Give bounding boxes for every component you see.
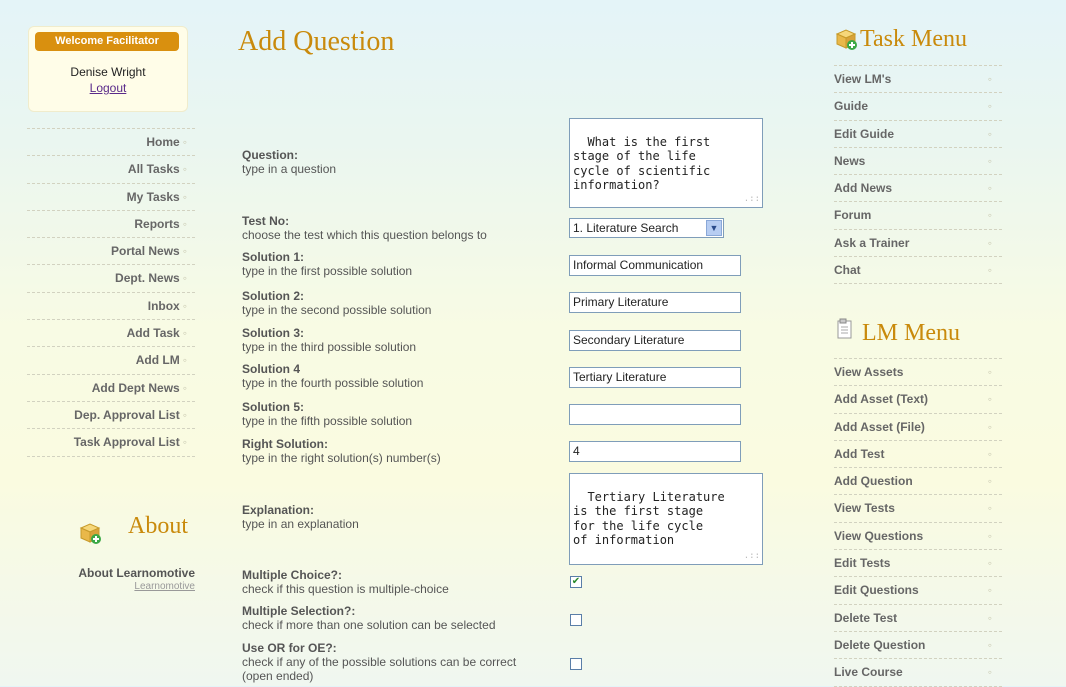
lm-menu-item[interactable]: Delete Test ◦ (834, 605, 1002, 632)
box-add-icon (835, 29, 857, 50)
explanation-label: Explanation: type in an explanation (242, 503, 359, 531)
task-menu-item[interactable]: News ◦ (834, 148, 1002, 176)
question-label: Question: type in a question (242, 148, 337, 176)
solution3-input[interactable]: Secondary Literature (569, 330, 741, 351)
welcome-badge: Welcome Facilitator (35, 32, 179, 51)
lm-menu-item[interactable]: View Questions ◦ (834, 523, 1002, 551)
lm-menu-item[interactable]: Add Question ◦ (834, 468, 1002, 496)
solution4-label: Solution 4 type in the fourth possible so… (242, 362, 424, 390)
lm-menu-title: LM Menu (862, 320, 960, 346)
resize-grip-icon[interactable]: .:: (744, 192, 760, 207)
multiple-choice-label: Multiple Choice?: check if this question … (242, 568, 449, 596)
lm-menu-item[interactable]: View Assets ◦ (834, 359, 1002, 387)
left-nav-item[interactable]: Reports ◦ (27, 211, 195, 239)
lm-menu-item[interactable]: Add Asset (Text) ◦ (834, 386, 1002, 414)
multiple-selection-label: Multiple Selection?: check if more than o… (242, 604, 496, 632)
task-menu-item[interactable]: Forum ◦ (834, 202, 1002, 230)
use-or-checkbox[interactable] (570, 658, 582, 670)
page-title: Add Question (238, 26, 395, 57)
logout-link[interactable]: Logout (29, 81, 187, 95)
lm-menu-item[interactable]: Add Asset (File) ◦ (834, 414, 1002, 441)
lm-menu: View Assets ◦ Add Asset (Text) ◦ Add Asset… (834, 358, 1002, 687)
left-nav-item[interactable]: My Tasks ◦ (27, 184, 195, 211)
user-name: Denise Wright (70, 65, 146, 79)
solution2-label: Solution 2: type in the second possible s… (242, 289, 432, 317)
left-nav-item[interactable]: Add Dept News ◦ (27, 375, 195, 402)
use-or-label: Use OR for OE?: check if any of the possi… (242, 641, 517, 683)
left-nav-item[interactable]: Inbox ◦ (27, 293, 195, 321)
task-menu-item[interactable]: Add News ◦ (834, 175, 1002, 203)
test-no-select[interactable]: 1. Literature Search ▼ (569, 218, 724, 238)
solution5-input[interactable] (569, 404, 741, 425)
task-menu-title: Task Menu (860, 26, 967, 52)
lm-menu-item[interactable]: Edit Questions ◦ (834, 577, 1002, 605)
solution4-input[interactable]: Tertiary Literature (569, 367, 741, 388)
chevron-down-icon[interactable]: ▼ (706, 220, 722, 236)
test-no-label: Test No: choose the test which this quest… (242, 214, 487, 242)
left-nav-item[interactable]: Portal News ◦ (27, 238, 195, 266)
left-nav-item[interactable]: Task Approval List ◦ (27, 429, 195, 457)
multiple-selection-checkbox[interactable] (570, 614, 582, 626)
left-nav-item[interactable]: All Tasks ◦ (27, 156, 195, 184)
left-nav-item[interactable]: Add LM ◦ (27, 347, 195, 375)
task-menu-item[interactable]: Guide ◦ (834, 93, 1002, 121)
lm-menu-item[interactable]: View Tests ◦ (834, 495, 1002, 523)
explanation-textarea[interactable]: Tertiary Literature is the first stage f… (569, 473, 763, 565)
left-nav-item[interactable]: Home ◦ (27, 129, 195, 157)
solution3-label: Solution 3: type in the third possible so… (242, 326, 417, 354)
lm-menu-item[interactable]: Add Test ◦ (834, 441, 1002, 469)
task-menu-item[interactable]: Ask a Trainer ◦ (834, 230, 1002, 258)
about-title: About (128, 513, 188, 539)
task-menu: View LM's ◦ Guide ◦ Edit Guide ◦ News ◦ Add … (834, 65, 1002, 285)
right-solution-input[interactable]: 4 (569, 441, 741, 462)
left-nav-item[interactable]: Dept. News ◦ (27, 265, 195, 293)
box-add-icon (79, 523, 101, 544)
resize-grip-icon[interactable]: .:: (744, 549, 760, 564)
solution1-input[interactable]: Informal Communication (569, 255, 741, 276)
solution1-label: Solution 1: type in the first possible so… (242, 250, 413, 278)
welcome-box: Welcome Facilitator Denise Wright Logout (28, 26, 188, 112)
about-link[interactable]: Learnomotive (60, 581, 195, 592)
about-heading: About Learnomotive (78, 566, 195, 580)
task-menu-item[interactable]: Edit Guide ◦ (834, 121, 1002, 148)
task-menu-item[interactable]: View LM's ◦ (834, 66, 1002, 94)
lm-menu-item[interactable]: Delete Question ◦ (834, 632, 1002, 660)
question-textarea[interactable]: What is the first stage of the life cycl… (569, 118, 763, 208)
multiple-choice-checkbox[interactable]: ✔ (570, 576, 582, 588)
left-nav-item[interactable]: Dep. Approval List ◦ (27, 402, 195, 430)
lm-menu-item[interactable]: Edit Tests ◦ (834, 550, 1002, 578)
solution2-input[interactable]: Primary Literature (569, 292, 741, 313)
lm-menu-item[interactable]: Live Course ◦ (834, 659, 1002, 687)
document-icon (837, 318, 852, 339)
solution5-label: Solution 5: type in the fifth possible so… (242, 400, 413, 428)
left-nav: Home ◦ All Tasks ◦ My Tasks ◦ Reports ◦ Port… (27, 128, 195, 457)
right-solution-label: Right Solution: type in the right solutio… (242, 437, 441, 465)
left-nav-item[interactable]: Add Task ◦ (27, 320, 195, 348)
task-menu-item[interactable]: Chat ◦ (834, 257, 1002, 285)
